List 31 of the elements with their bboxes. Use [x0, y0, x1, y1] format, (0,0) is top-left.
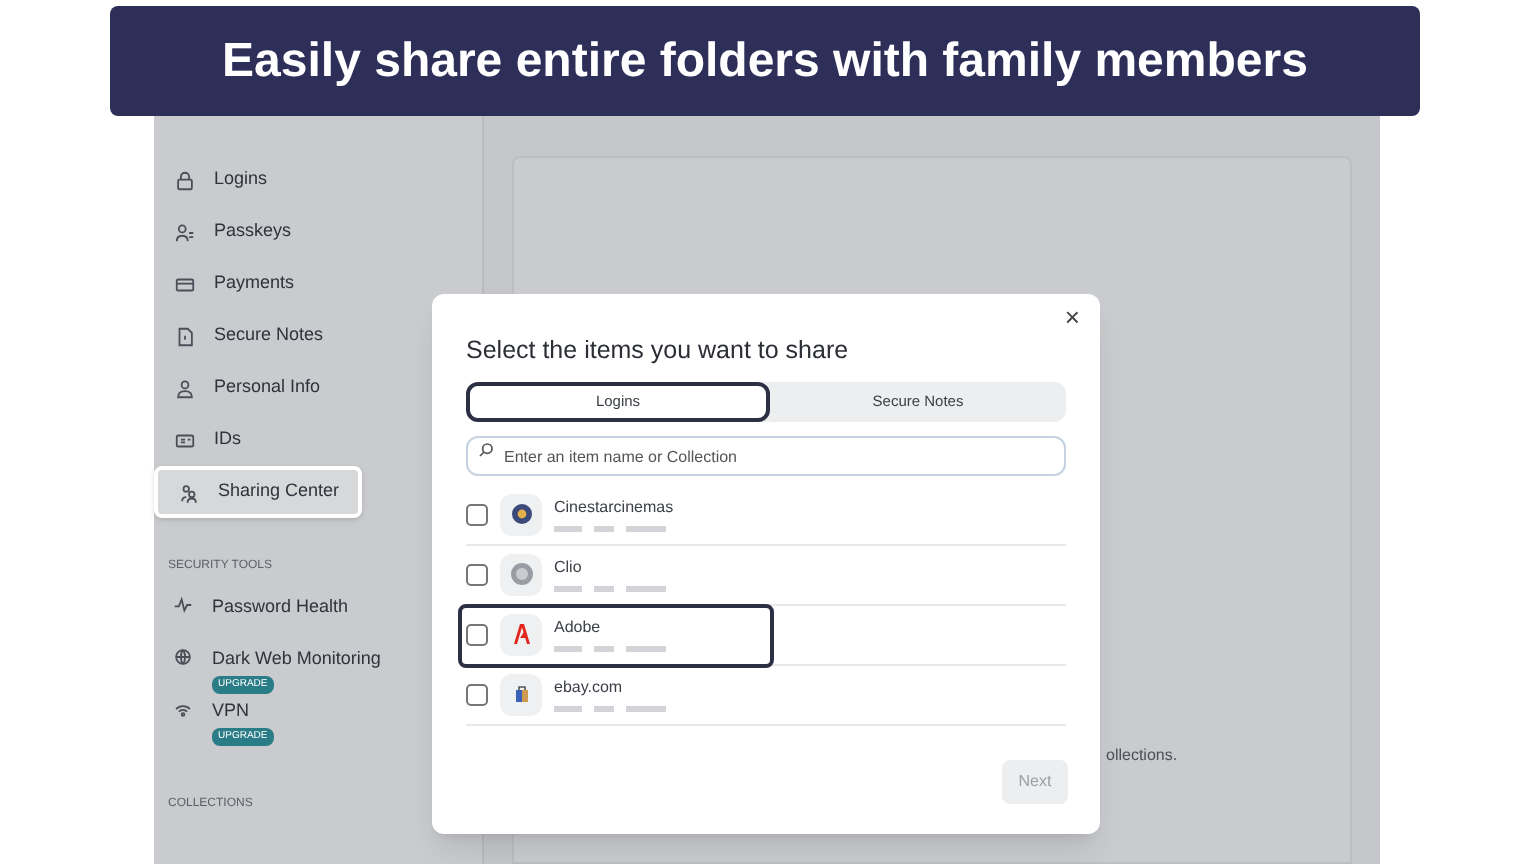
card-icon [174, 273, 196, 295]
dialog-title: Select the items you want to share [466, 334, 849, 368]
info-text: ollections. [1106, 744, 1178, 768]
sidebar-item[interactable]: Password Health [154, 592, 482, 644]
item-name: Clio [554, 556, 584, 581]
item-name: Adobe [554, 616, 603, 641]
note-icon [174, 325, 196, 347]
people-icon [174, 221, 196, 243]
globe-icon [172, 646, 194, 668]
sidebar-item[interactable]: Passkeys [154, 206, 482, 258]
search-icon [478, 441, 494, 458]
sidebar-item[interactable]: Payments [154, 258, 482, 310]
item-name: ebay.com [554, 676, 625, 701]
banner: Easily share entire folders with family members [110, 6, 1420, 116]
id-card-icon [174, 429, 196, 451]
checkbox[interactable] [466, 683, 488, 706]
item-name: Cinestarcinemas [554, 496, 674, 521]
people-icon [178, 481, 200, 503]
checkbox[interactable] [466, 623, 488, 646]
film-reel-icon [509, 502, 533, 527]
pulse-icon [172, 594, 194, 616]
person-icon [174, 377, 196, 399]
circle-logo-icon [509, 562, 533, 587]
checkbox[interactable] [466, 563, 488, 586]
letter-a-logo-icon [509, 622, 533, 647]
sidebar-item[interactable]: Sharing Center [154, 466, 362, 518]
close-button[interactable]: × [1064, 304, 1080, 330]
checkbox[interactable] [466, 503, 488, 526]
lock-icon [174, 169, 196, 191]
search-field[interactable]: Enter an item name or Collection [466, 436, 1066, 477]
sidebar-item[interactable]: Logins [154, 154, 482, 206]
